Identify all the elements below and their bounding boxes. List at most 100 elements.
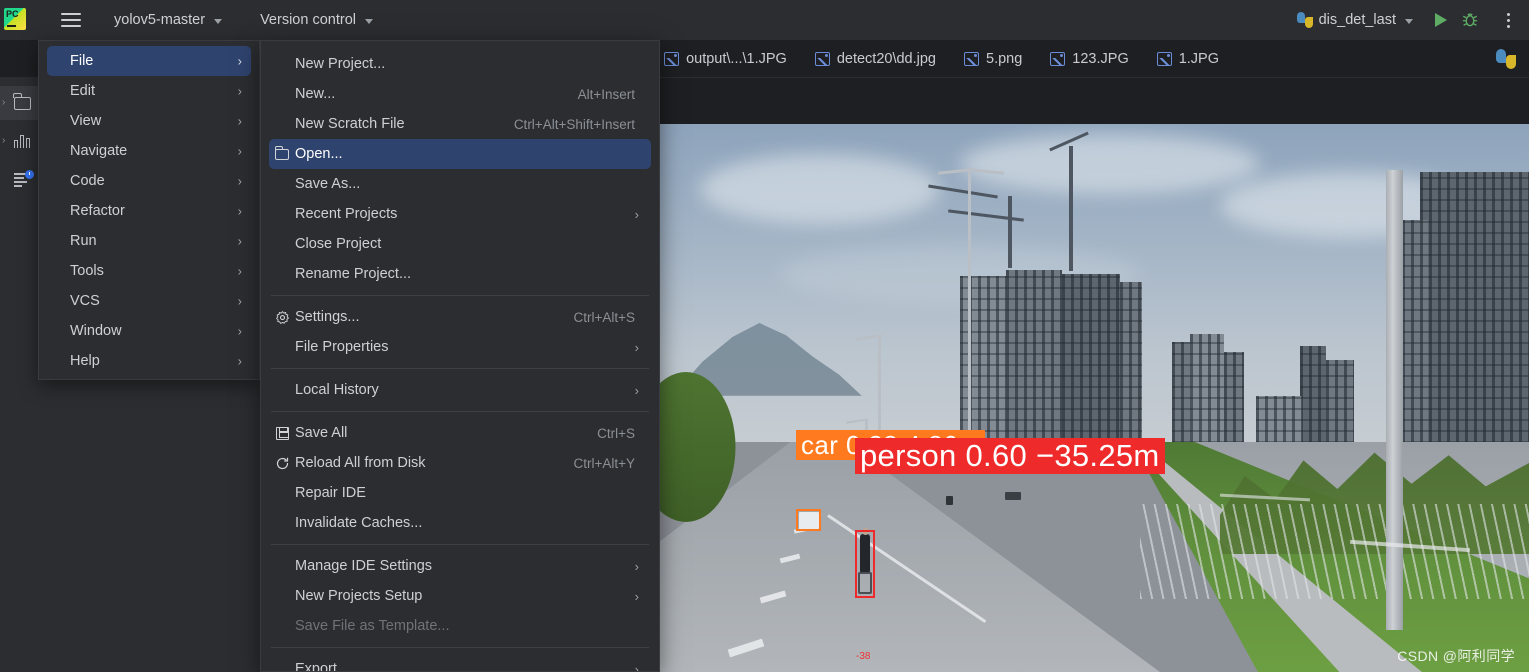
chevron-right-icon: › — [634, 558, 639, 574]
image-file-icon — [814, 51, 830, 66]
chevron-right-icon: › — [237, 293, 242, 309]
python-file-icon[interactable] — [1496, 48, 1516, 69]
file-menu-new-scratch-file[interactable]: New Scratch File Ctrl+Alt+Shift+Insert — [269, 109, 651, 139]
file-menu-new[interactable]: New... Alt+Insert — [269, 79, 651, 109]
file-menu-save-all[interactable]: Save All Ctrl+S — [269, 418, 651, 448]
editor-tab-2[interactable]: detect20\dd.jpg — [801, 40, 950, 78]
building — [1420, 172, 1529, 454]
menu-item-tools[interactable]: Tools › — [47, 256, 251, 286]
menu-item-vcs[interactable]: VCS › — [47, 286, 251, 316]
building — [1172, 342, 1190, 454]
file-menu-invalidate-caches[interactable]: Invalidate Caches... — [269, 508, 651, 538]
hamburger-icon[interactable] — [54, 3, 88, 37]
cloud — [960, 134, 1260, 194]
menu-item-label: Refactor — [70, 203, 125, 219]
run-icon[interactable] — [1435, 13, 1447, 27]
chevron-down-icon — [364, 18, 373, 24]
menu-item-navigate[interactable]: Navigate › — [47, 136, 251, 166]
editor-tab-4[interactable]: 123.JPG — [1036, 40, 1142, 78]
file-menu-save-as[interactable]: Save As... — [269, 169, 651, 199]
python-icon — [1296, 12, 1313, 28]
menu-item-label: Save As... — [295, 176, 361, 192]
menu-separator — [271, 544, 649, 545]
image-editor: car 0.38 4.86m person 0.60 −35.25m -38 C… — [660, 78, 1529, 672]
building — [1224, 352, 1244, 454]
run-configuration-selector[interactable]: dis_det_last — [1289, 9, 1421, 31]
debug-bug-icon[interactable] — [1461, 11, 1479, 29]
chevron-right-icon: › — [634, 661, 639, 672]
image-file-icon — [1050, 51, 1066, 66]
detection-box-person — [855, 530, 875, 598]
menu-item-label: Save All — [295, 425, 348, 441]
chevron-right-icon: › — [634, 382, 639, 398]
menu-item-label: Close Project — [295, 236, 382, 252]
menu-item-label: Repair IDE — [295, 485, 366, 501]
menu-item-window[interactable]: Window › — [47, 316, 251, 346]
version-control-label: Version control — [260, 12, 356, 28]
file-menu-open[interactable]: Open... — [269, 139, 651, 169]
tabstrip-right-group — [1496, 48, 1529, 69]
file-menu-rename-project[interactable]: Rename Project... — [269, 259, 651, 289]
menu-item-view[interactable]: View › — [47, 106, 251, 136]
file-menu-manage-ide-settings[interactable]: Manage IDE Settings › — [269, 551, 651, 581]
main-toolbar: yolov5-master Version control dis_det_la… — [0, 0, 1529, 40]
small-distance-marker: -38 — [856, 651, 871, 662]
menu-item-label: File Properties — [295, 339, 389, 355]
editor-tab-5[interactable]: 1.JPG — [1143, 40, 1233, 78]
menu-item-shortcut: Ctrl+Alt+Y — [573, 455, 635, 471]
sidebar-item-notifications[interactable] — [0, 162, 40, 196]
file-menu-new-project[interactable]: New Project... — [269, 49, 651, 79]
reload-icon — [269, 456, 295, 471]
chevron-right-icon: › — [237, 233, 242, 249]
menu-item-label: New... — [295, 86, 336, 102]
chevron-right-icon: › — [237, 113, 242, 129]
chevron-right-icon: › — [237, 203, 242, 219]
file-menu-reload-all-from-disk[interactable]: Reload All from Disk Ctrl+Alt+Y — [269, 448, 651, 478]
light-pole — [968, 170, 971, 460]
sidebar-item-project[interactable]: › — [0, 86, 40, 120]
version-control-dropdown[interactable]: Version control — [252, 9, 381, 31]
project-name-dropdown[interactable]: yolov5-master — [106, 9, 230, 31]
left-tool-stripe: › › — [0, 78, 40, 672]
pedestrian-distant — [946, 496, 953, 505]
menu-item-edit[interactable]: Edit › — [47, 76, 251, 106]
editor-tab-3[interactable]: 5.png — [950, 40, 1036, 78]
project-name-label: yolov5-master — [114, 12, 206, 28]
menu-item-label: Save File as Template... — [295, 618, 450, 634]
file-menu-new-projects-setup[interactable]: New Projects Setup › — [269, 581, 651, 611]
chevron-right-icon: › — [237, 263, 242, 279]
file-menu-settings[interactable]: Settings... Ctrl+Alt+S — [269, 302, 651, 332]
detection-image[interactable]: car 0.38 4.86m person 0.60 −35.25m -38 C… — [660, 124, 1529, 672]
menu-item-label: Rename Project... — [295, 266, 412, 282]
menu-item-label: Run — [70, 233, 97, 249]
building — [1326, 360, 1354, 454]
menu-item-shortcut: Ctrl+Alt+Shift+Insert — [513, 116, 635, 132]
menu-item-shortcut: Ctrl+Alt+S — [573, 309, 635, 325]
file-submenu-popup: New Project... New... Alt+Insert New Scr… — [260, 40, 660, 672]
cloud — [700, 154, 940, 224]
image-file-icon — [964, 51, 979, 66]
file-menu-local-history[interactable]: Local History › — [269, 375, 651, 405]
image-file-icon — [1156, 51, 1172, 66]
menu-item-refactor[interactable]: Refactor › — [47, 196, 251, 226]
editor-tab-1[interactable]: output\...\1.JPG — [650, 40, 801, 78]
list-clock-icon — [13, 170, 34, 187]
file-menu-close-project[interactable]: Close Project — [269, 229, 651, 259]
file-menu-repair-ide[interactable]: Repair IDE — [269, 478, 651, 508]
menu-separator — [271, 411, 649, 412]
menu-item-run[interactable]: Run › — [47, 226, 251, 256]
menu-item-file[interactable]: File › — [47, 46, 251, 76]
chevron-down-icon — [214, 18, 223, 24]
file-menu-recent-projects[interactable]: Recent Projects › — [269, 199, 651, 229]
menu-item-code[interactable]: Code › — [47, 166, 251, 196]
menu-item-label: Edit — [70, 83, 95, 99]
file-menu-export[interactable]: Export › — [269, 654, 651, 672]
building — [1402, 220, 1428, 454]
menu-item-label: New Projects Setup — [295, 588, 423, 604]
detection-box-car — [796, 509, 821, 531]
file-menu-file-properties[interactable]: File Properties › — [269, 332, 651, 362]
chevron-right-icon: › — [237, 173, 242, 189]
menu-item-help[interactable]: Help › — [47, 346, 251, 376]
sidebar-item-structure[interactable]: › — [0, 124, 40, 158]
more-options-icon[interactable] — [1497, 9, 1519, 31]
